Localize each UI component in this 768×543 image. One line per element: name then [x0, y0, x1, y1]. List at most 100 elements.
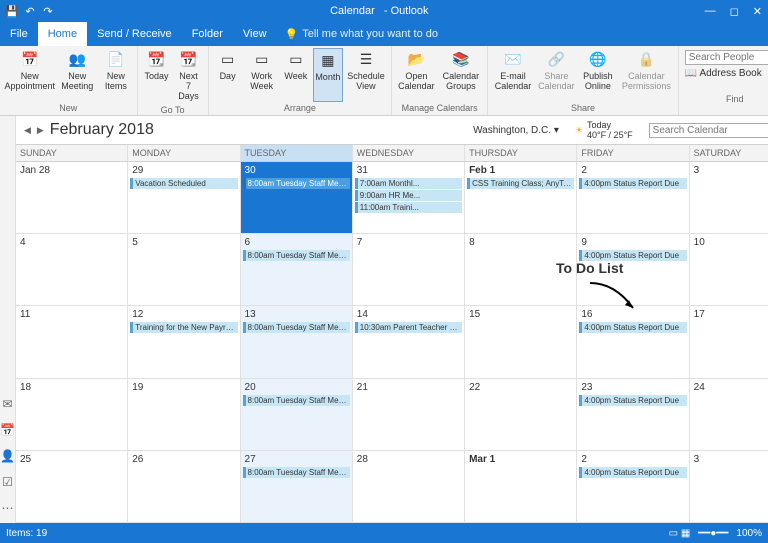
location-label[interactable]: Washington, D.C. ▾	[473, 125, 559, 136]
calendar-cell[interactable]: 4	[16, 234, 128, 305]
open-calendar-button[interactable]: 📂Open Calendar	[396, 48, 436, 102]
calendar-event[interactable]: Training for the New Payroll System; Any…	[130, 322, 237, 333]
calendar-cell[interactable]: 11	[16, 306, 128, 377]
calendar-cell[interactable]: 21	[353, 379, 465, 450]
calendar-cell[interactable]: 29Vacation Scheduled	[128, 162, 240, 233]
calendar-event[interactable]: 4:00pm Status Report Due	[579, 395, 686, 406]
calendar-cell[interactable]: 3	[690, 451, 768, 522]
calendar-cell[interactable]: 8	[465, 234, 577, 305]
tab-file[interactable]: File	[0, 22, 38, 46]
view-buttons[interactable]: ▭ ▦	[669, 528, 691, 539]
qat-save-icon[interactable]: 💾	[6, 5, 18, 17]
calendar-cell[interactable]: 1410:30am Parent Teacher Conference; The…	[353, 306, 465, 377]
tell-me[interactable]: 💡Tell me what you want to do	[285, 28, 438, 41]
calendar-event[interactable]: 8:00am Tuesday Staff Meeting; AnyTown Co…	[243, 467, 350, 478]
calendar-event[interactable]: 8:00am Tuesday Staff Meeting; AnyTown Co…	[243, 322, 350, 333]
calendar-cell[interactable]: 94:00pm Status Report Due	[577, 234, 689, 305]
share-calendar-button[interactable]: 🔗Share Calendar	[536, 48, 577, 102]
calendar-cell[interactable]: 18	[16, 379, 128, 450]
calendar-cell[interactable]: 68:00am Tuesday Staff Meeting; AnyTown C…	[241, 234, 353, 305]
calendar-event[interactable]: 10:30am Parent Teacher Conference; The S…	[355, 322, 462, 333]
calendar-cell[interactable]: 278:00am Tuesday Staff Meeting; AnyTown …	[241, 451, 353, 522]
calendar-cell[interactable]: 234:00pm Status Report Due	[577, 379, 689, 450]
titlebar: 💾 ↶ ↷ Calendar - Outlook — ◻ ✕	[0, 0, 768, 22]
calendar-cell[interactable]: Mar 1	[465, 451, 577, 522]
calendar-nav-icon[interactable]: 📅	[0, 423, 15, 437]
calendar-cell[interactable]: 22	[465, 379, 577, 450]
calendar-event[interactable]: 7:00am Monthl...	[355, 178, 462, 189]
calendar-event[interactable]: Vacation Scheduled	[130, 178, 237, 189]
workweek-view-button[interactable]: ▭Work Week	[245, 48, 279, 102]
zoom-slider[interactable]: ━━●━━	[698, 528, 728, 539]
next-month-button[interactable]: ▶	[37, 125, 44, 136]
qat-undo-icon[interactable]: ↶	[24, 5, 36, 17]
calendar-event[interactable]: 8:00am Tuesday Staff Meeting; AnyTown Co…	[243, 178, 350, 189]
calendar-cell[interactable]: 24	[690, 379, 768, 450]
calendar-cell[interactable]: 138:00am Tuesday Staff Meeting; AnyTown …	[241, 306, 353, 377]
calendar-cell[interactable]: Jan 28	[16, 162, 128, 233]
group-arrange: ▭Day ▭Work Week ▭Week ▦Month ☰Schedule V…	[209, 46, 393, 115]
calendar-cell[interactable]: Feb 1CSS Training Class; AnyTown Consult…	[465, 162, 577, 233]
items-icon: 📄	[106, 50, 126, 70]
month-view-button[interactable]: ▦Month	[313, 48, 343, 102]
month-title: February 2018	[50, 121, 154, 139]
new-items-button[interactable]: 📄New Items	[99, 48, 132, 102]
calendar-cell[interactable]: 26	[128, 451, 240, 522]
day-headers: SUNDAY MONDAY TUESDAY WEDNESDAY THURSDAY…	[16, 144, 768, 162]
more-nav-icon[interactable]: ⋯	[1, 501, 13, 515]
new-appointment-button[interactable]: 📅New Appointment	[4, 48, 55, 102]
address-book-button[interactable]: 📖 Address Book	[685, 68, 768, 79]
calendar-event[interactable]: 4:00pm Status Report Due	[579, 467, 686, 478]
calendar-event[interactable]: 4:00pm Status Report Due	[579, 322, 686, 333]
tab-home[interactable]: Home	[38, 22, 87, 46]
people-nav-icon[interactable]: 👤	[0, 449, 15, 463]
publish-online-button[interactable]: 🌐Publish Online	[579, 48, 617, 102]
window-close-icon[interactable]: ✕	[753, 5, 762, 18]
mail-icon[interactable]: ✉	[2, 397, 12, 411]
search-people-input[interactable]	[685, 50, 768, 65]
today-button[interactable]: 📆Today	[142, 48, 172, 104]
window-maximize-icon[interactable]: ◻	[730, 5, 739, 18]
calendar-event[interactable]: 4:00pm Status Report Due	[579, 250, 686, 261]
calendar-cell[interactable]: 5	[128, 234, 240, 305]
calendar-cell[interactable]: 24:00pm Status Report Due	[577, 162, 689, 233]
workweek-icon: ▭	[252, 50, 272, 70]
calendar-cell[interactable]: 10	[690, 234, 768, 305]
calendar-event[interactable]: 11:00am Traini...	[355, 202, 462, 213]
calendar-cell[interactable]: 17	[690, 306, 768, 377]
tab-folder[interactable]: Folder	[182, 22, 233, 46]
calendar-cell[interactable]: 28	[353, 451, 465, 522]
calendar-event[interactable]: CSS Training Class; AnyTown Consulting T…	[467, 178, 574, 189]
tab-send-receive[interactable]: Send / Receive	[87, 22, 182, 46]
calendar-cell[interactable]: 25	[16, 451, 128, 522]
tab-view[interactable]: View	[233, 22, 277, 46]
calendar-cell[interactable]: 164:00pm Status Report Due	[577, 306, 689, 377]
calendar-cell[interactable]: 208:00am Tuesday Staff Meeting; AnyTown …	[241, 379, 353, 450]
schedule-view-button[interactable]: ☰Schedule View	[345, 48, 387, 102]
calendar-cell[interactable]: 24:00pm Status Report Due	[577, 451, 689, 522]
calendar-cell[interactable]: 3	[690, 162, 768, 233]
tasks-nav-icon[interactable]: ☑	[2, 475, 13, 489]
calendar-cell[interactable]: 19	[128, 379, 240, 450]
next7days-button[interactable]: 📆Next 7 Days	[174, 48, 204, 104]
calendar-permissions-button[interactable]: 🔒Calendar Permissions	[619, 48, 674, 102]
search-calendar-input[interactable]	[649, 123, 768, 138]
calendar-cell[interactable]: 7	[353, 234, 465, 305]
calendar-event[interactable]: 4:00pm Status Report Due	[579, 178, 686, 189]
calendar-event[interactable]: 8:00am Tuesday Staff Meeting; AnyTown Co…	[243, 395, 350, 406]
calendar-cell[interactable]: 317:00am Monthl...9:00am HR Me...11:00am…	[353, 162, 465, 233]
prev-month-button[interactable]: ◀	[24, 125, 31, 136]
calendar-groups-button[interactable]: 📚Calendar Groups	[439, 48, 484, 102]
calendar-event[interactable]: 9:00am HR Me...	[355, 190, 462, 201]
qat-redo-icon[interactable]: ↷	[42, 5, 54, 17]
ribbon-tabs: File Home Send / Receive Folder View 💡Te…	[0, 22, 768, 46]
calendar-event[interactable]: 8:00am Tuesday Staff Meeting; AnyTown Co…	[243, 250, 350, 261]
calendar-cell[interactable]: 12Training for the New Payroll System; A…	[128, 306, 240, 377]
week-view-button[interactable]: ▭Week	[281, 48, 311, 102]
calendar-cell[interactable]: 308:00am Tuesday Staff Meeting; AnyTown …	[241, 162, 353, 233]
email-calendar-button[interactable]: ✉️E-mail Calendar	[492, 48, 534, 102]
new-meeting-button[interactable]: 👥New Meeting	[57, 48, 97, 102]
calendar-cell[interactable]: 15	[465, 306, 577, 377]
day-view-button[interactable]: ▭Day	[213, 48, 243, 102]
window-minimize-icon[interactable]: —	[705, 5, 716, 18]
